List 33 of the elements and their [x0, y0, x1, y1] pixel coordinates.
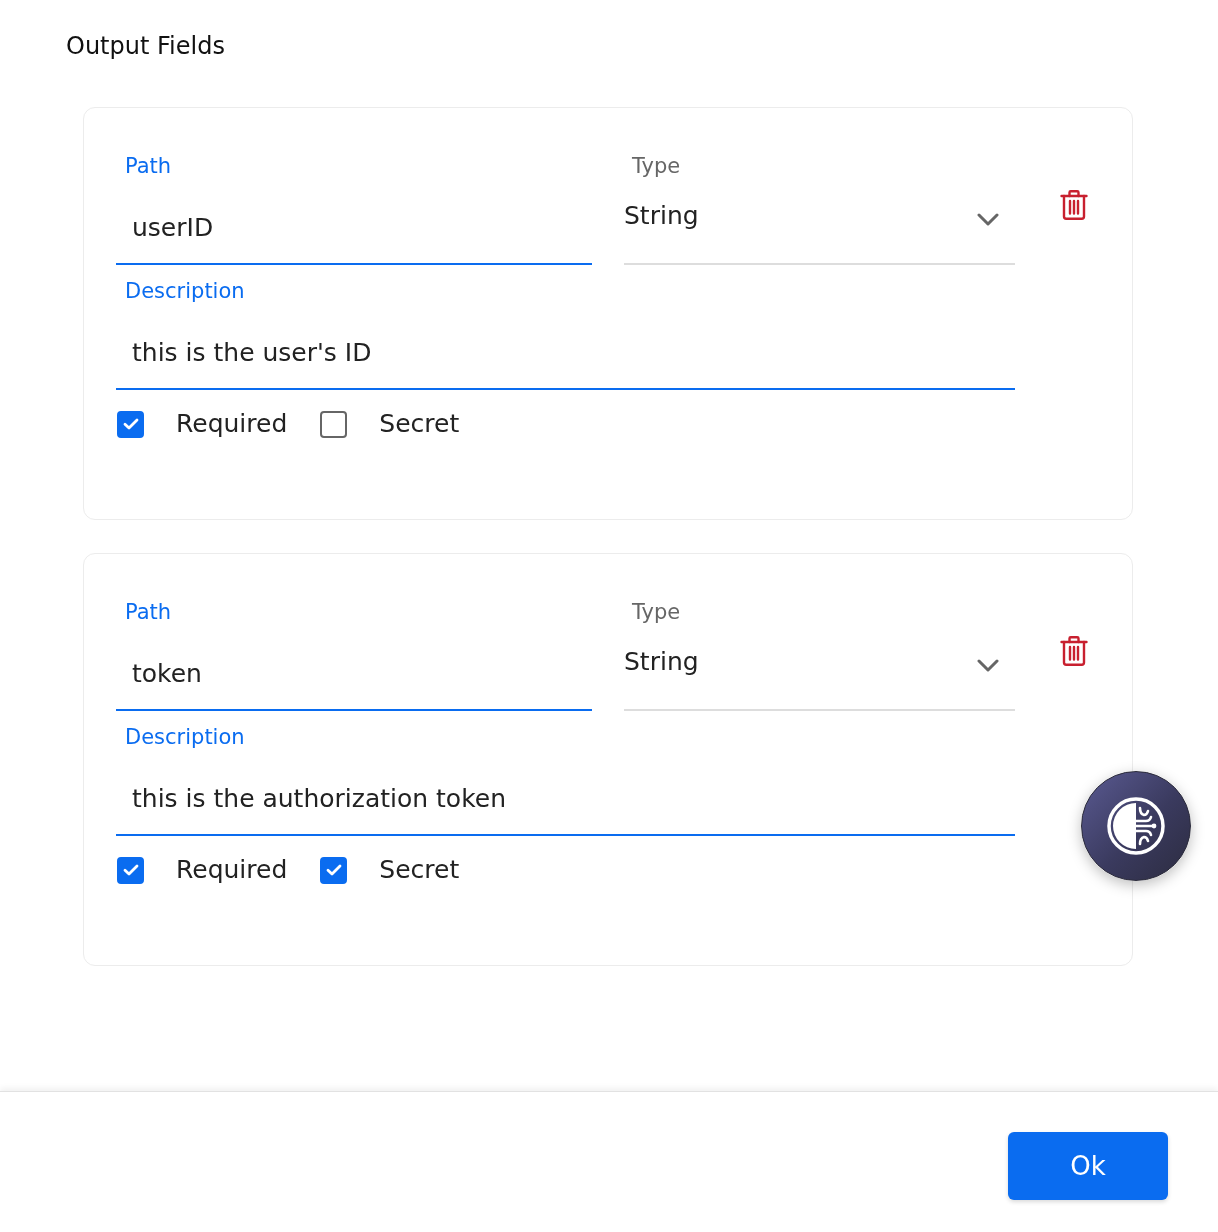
description-field[interactable]: this is the user's ID — [116, 316, 1015, 390]
checkbox[interactable] — [320, 856, 348, 884]
field-label: Path — [124, 153, 172, 179]
chevron-down-icon — [977, 659, 999, 672]
path-field[interactable]: token — [116, 637, 592, 711]
delete-button[interactable] — [1060, 190, 1088, 220]
field-label: Type — [631, 599, 681, 625]
chevron-down-icon — [977, 213, 999, 226]
trash-icon — [1060, 636, 1088, 666]
delete-button[interactable] — [1060, 636, 1088, 666]
checkbox-label: Secret — [379, 854, 460, 886]
checkbox-label: Secret — [379, 408, 460, 440]
check-icon — [122, 418, 139, 430]
section-title: Output Fields — [66, 31, 225, 62]
path-field[interactable]: userID — [116, 191, 592, 265]
checkbox-label: Required — [176, 408, 288, 440]
check-icon — [325, 864, 342, 876]
floating-action-button[interactable] — [1081, 771, 1191, 881]
checkbox[interactable] — [117, 856, 144, 884]
check-icon — [122, 864, 139, 876]
field-label: Description — [124, 724, 245, 750]
description-field[interactable]: this is the authorization token — [116, 762, 1015, 836]
field-label: Type — [631, 153, 681, 179]
type-select[interactable]: String — [624, 637, 1015, 711]
ok-button[interactable]: Ok — [1008, 1132, 1168, 1200]
checkbox[interactable] — [117, 410, 144, 438]
trash-icon — [1060, 190, 1088, 220]
circuit-circle-icon — [1106, 796, 1166, 856]
checkbox-label: Required — [176, 854, 288, 886]
type-select[interactable]: String — [624, 191, 1015, 265]
field-label: Description — [124, 278, 245, 304]
field-label: Path — [124, 599, 172, 625]
checkbox[interactable] — [320, 410, 348, 438]
